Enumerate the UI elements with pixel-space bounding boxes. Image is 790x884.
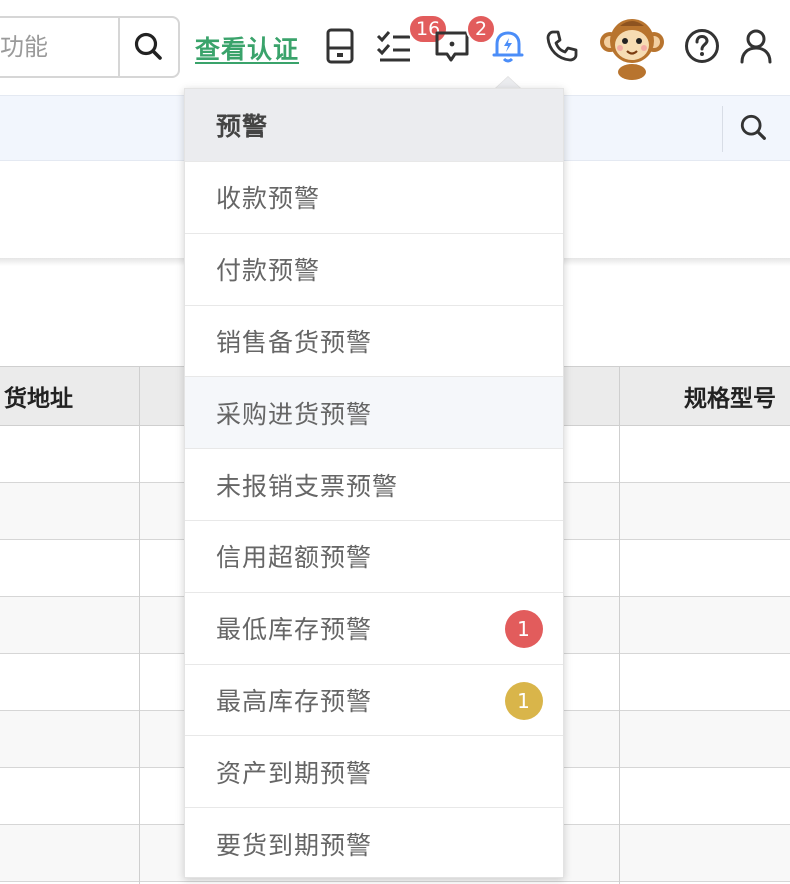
alert-item-label: 要货到期预警 [216, 830, 373, 860]
column-header-address[interactable]: 货地址 [4, 367, 73, 425]
alert-item-asset-expiry[interactable]: 资产到期预警 [185, 735, 563, 807]
help-icon [685, 29, 719, 63]
alert-item-label: 未报销支票预警 [216, 471, 399, 501]
alert-count-badge: 1 [505, 609, 543, 648]
alert-count-badge: 1 [505, 681, 543, 720]
alert-item-payment[interactable]: 付款预警 [185, 232, 563, 305]
alert-item-label: 信用超额预警 [216, 543, 373, 573]
user-account-button[interactable] [738, 28, 774, 64]
message-icon [435, 31, 469, 62]
alert-item-receipt[interactable]: 收款预警 [185, 161, 563, 233]
list-search-button[interactable] [736, 110, 772, 146]
search-icon [740, 114, 766, 140]
todo-list-icon [376, 31, 410, 62]
search-button[interactable] [118, 18, 178, 76]
top-toolbar: 查看认证 16 2 [0, 0, 790, 95]
alert-item-label: 采购进货预警 [216, 399, 373, 429]
help-button[interactable] [684, 28, 720, 64]
todo-button[interactable] [376, 28, 412, 64]
alert-item-label: 资产到期预警 [216, 758, 373, 788]
alerts-button[interactable] [490, 28, 526, 64]
alert-item-label: 销售备货预警 [216, 327, 373, 357]
phone-icon [546, 30, 578, 62]
column-header-spec[interactable]: 规格型号 [684, 367, 776, 425]
alerts-dropdown: 预警 收款预警 付款预警 销售备货预警 采购进货预警 未报销支票预警 信用超额预… [184, 88, 564, 878]
column-divider [619, 366, 620, 884]
view-certification-link[interactable]: 查看认证 [195, 30, 299, 66]
bell-icon [492, 31, 524, 63]
search-icon [134, 32, 162, 60]
alert-item-label: 最高库存预警 [216, 686, 373, 716]
alert-item-max-stock[interactable]: 最高库存预警 1 [185, 663, 563, 736]
alert-item-purchase-stock[interactable]: 采购进货预警 [185, 376, 563, 449]
alert-item-unreimbursed-check[interactable]: 未报销支票预警 [185, 448, 563, 520]
user-icon [740, 29, 772, 64]
calculator-icon [326, 28, 354, 64]
column-divider [139, 366, 140, 884]
messages-button[interactable] [434, 28, 470, 64]
function-search-input[interactable] [0, 18, 122, 76]
alert-item-label: 收款预警 [216, 184, 321, 214]
phone-button[interactable] [544, 28, 580, 64]
monkey-avatar-icon [600, 19, 664, 80]
dropdown-title: 预警 [185, 89, 563, 161]
alert-item-label: 最低库存预警 [216, 615, 373, 645]
alert-item-label: 付款预警 [216, 256, 321, 286]
alert-item-sales-stock[interactable]: 销售备货预警 [185, 304, 563, 377]
function-search [0, 16, 180, 78]
toolbar-divider [722, 106, 723, 152]
alert-item-order-expiry[interactable]: 要货到期预警 [185, 807, 563, 879]
calculator-button[interactable] [322, 28, 358, 64]
alert-item-min-stock[interactable]: 最低库存预警 1 [185, 591, 563, 664]
user-avatar-button[interactable] [598, 14, 666, 80]
alert-item-credit-overlimit[interactable]: 信用超额预警 [185, 519, 563, 592]
